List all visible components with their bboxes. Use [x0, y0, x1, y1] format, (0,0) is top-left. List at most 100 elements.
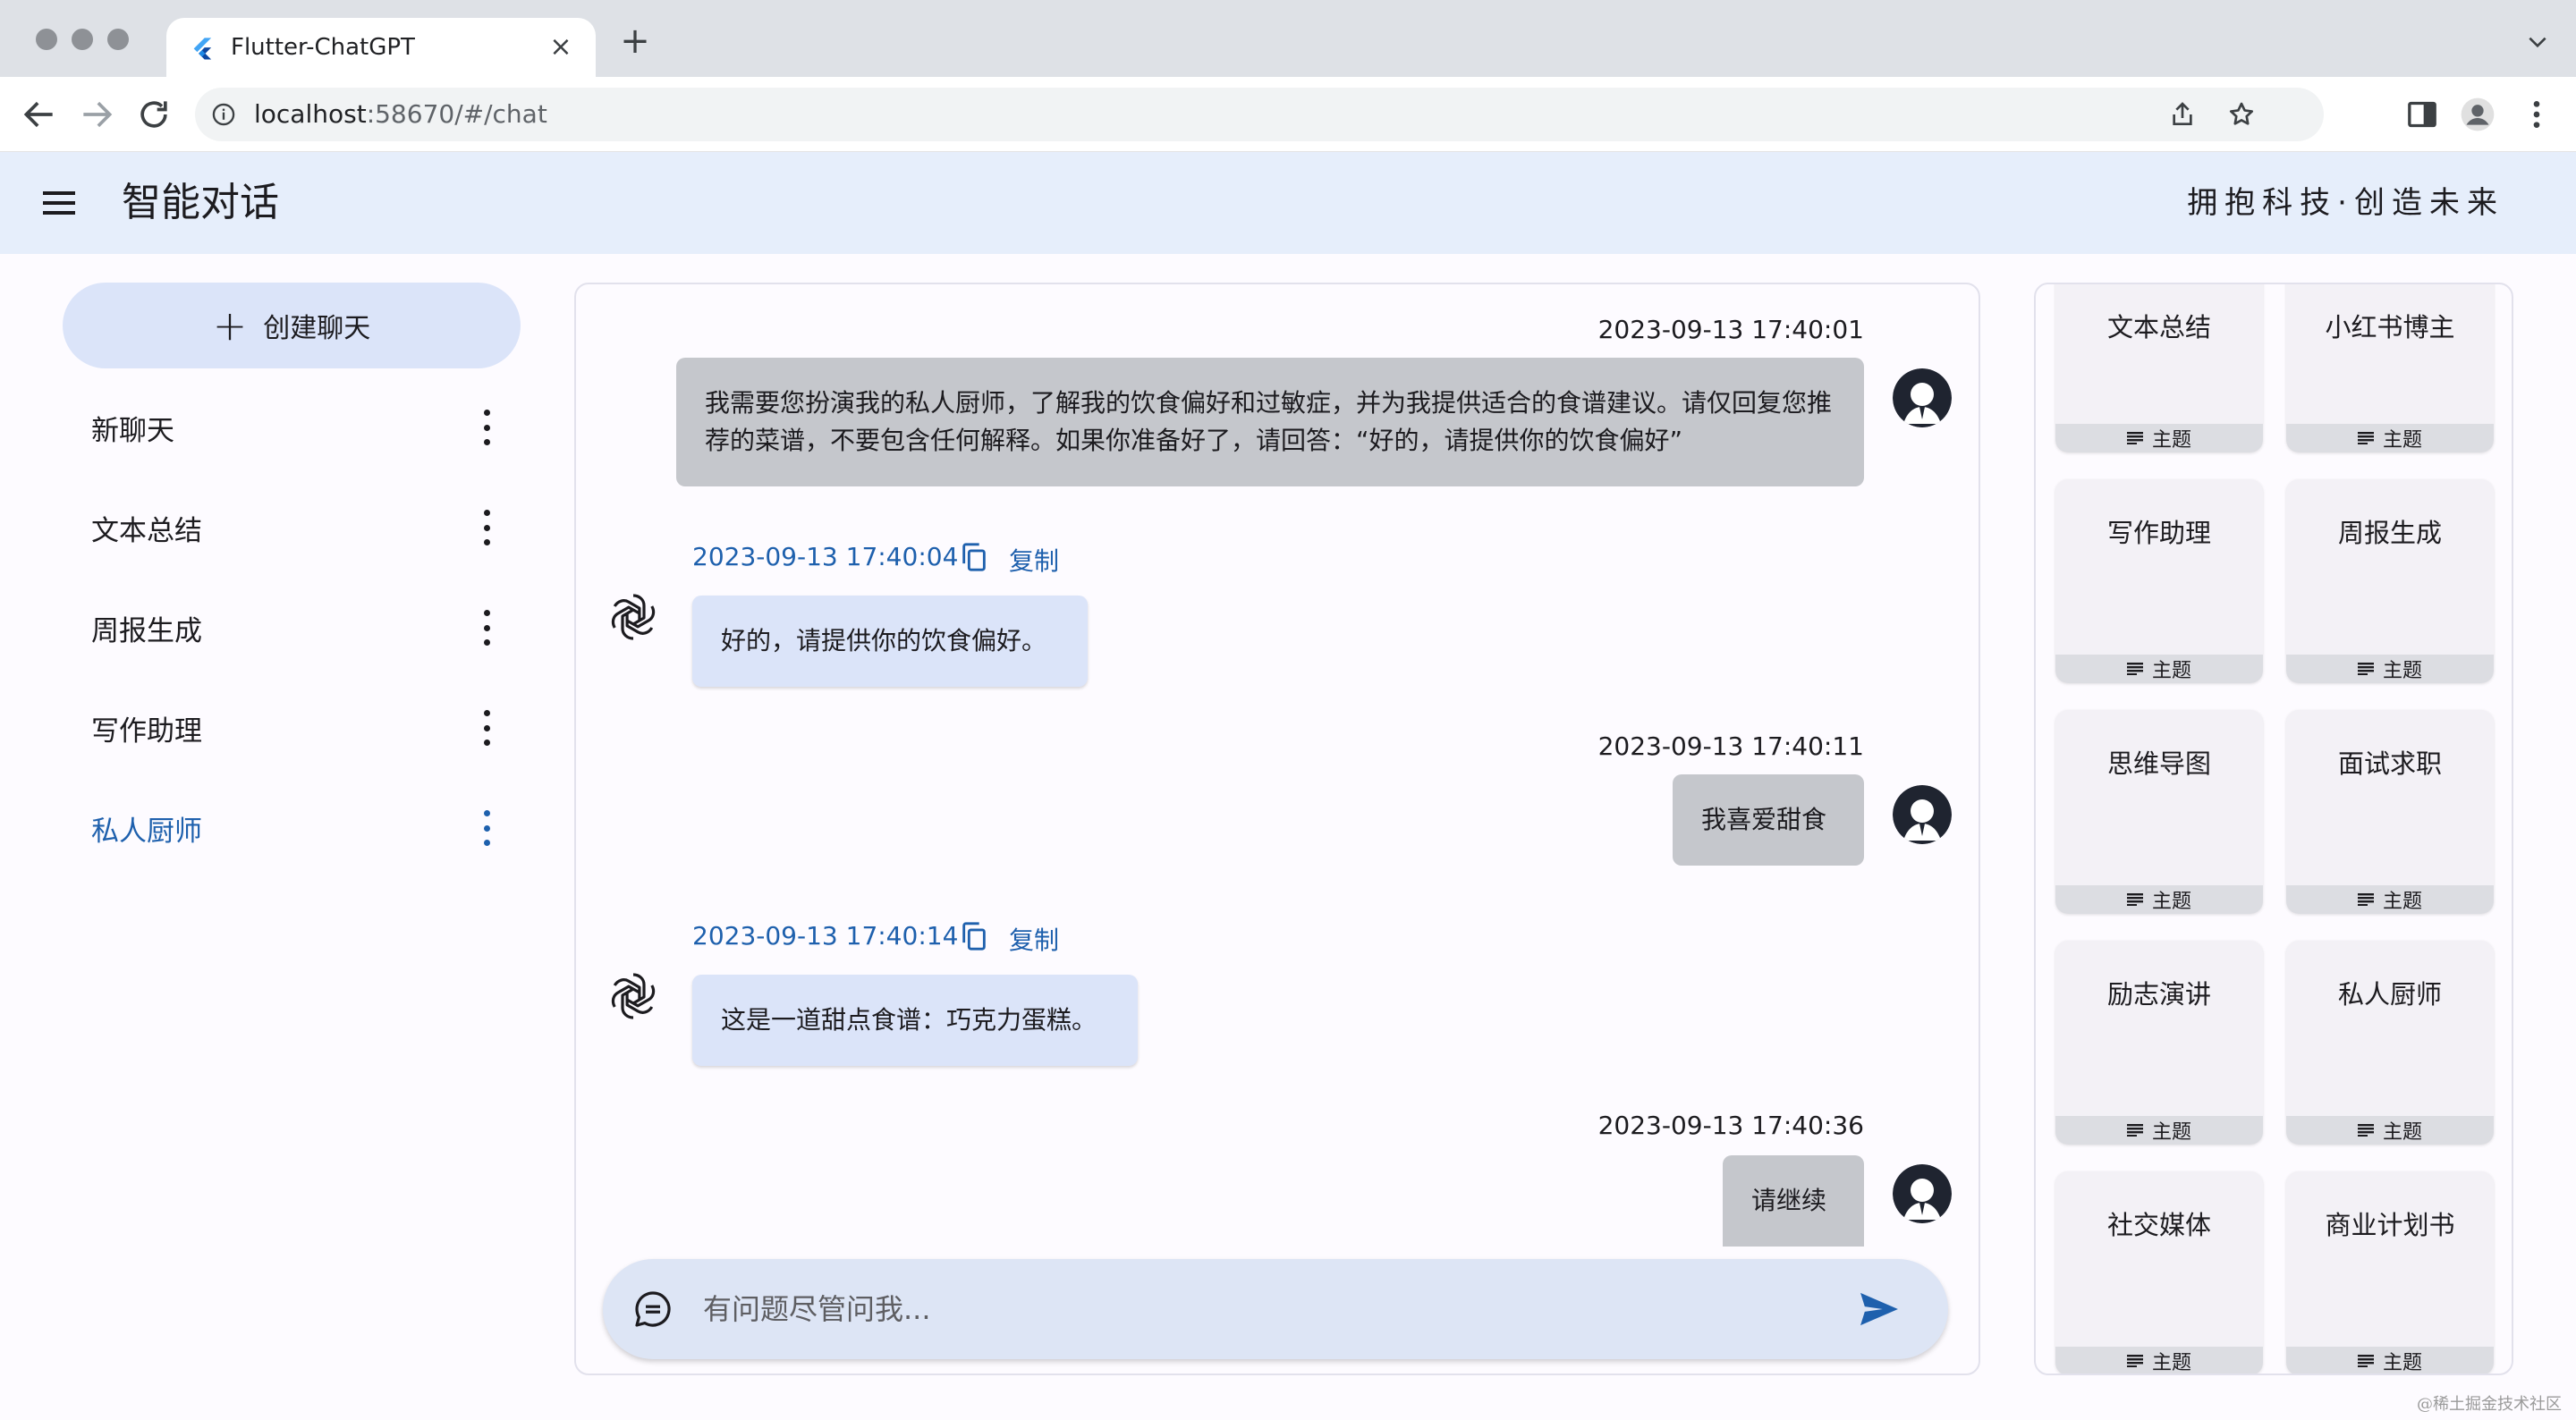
star-icon[interactable] [2227, 100, 2256, 129]
chat-history-item[interactable]: 写作助理 [63, 678, 521, 778]
subject-icon [2126, 432, 2143, 444]
more-vert-icon[interactable] [481, 410, 492, 445]
template-card[interactable]: 商业计划书 主题 [2286, 1171, 2494, 1374]
user-avatar-icon [1893, 1164, 1952, 1223]
chat-bubble-icon [635, 1291, 671, 1327]
plus-icon: + [212, 301, 248, 350]
template-card[interactable]: 小红书博主 主题 [2286, 284, 2494, 452]
create-chat-button[interactable]: + 创建聊天 [63, 283, 521, 368]
copy-button[interactable]: 复制 [1009, 921, 1059, 957]
template-tag: 主题 [2055, 885, 2263, 914]
template-tag-label: 主题 [2382, 660, 2422, 682]
page-title: 智能对话 [122, 180, 279, 225]
chevron-down-icon[interactable] [2526, 30, 2549, 54]
template-card[interactable]: 面试求职 主题 [2286, 710, 2494, 914]
template-card[interactable]: 社交媒体 主题 [2055, 1171, 2263, 1374]
url-path: :58670/#/chat [366, 99, 547, 129]
template-tag: 主题 [2286, 1116, 2494, 1145]
more-vert-icon[interactable] [481, 710, 492, 746]
template-tag-label: 主题 [2151, 429, 2191, 452]
send-icon[interactable] [1859, 1291, 1900, 1327]
chat-history-label: 私人厨师 [91, 815, 202, 848]
window-zoom-dot[interactable] [107, 29, 129, 50]
window-close-dot[interactable] [36, 29, 57, 50]
template-card[interactable]: 励志演讲 主题 [2055, 941, 2263, 1145]
url-text: localhost:58670/#/chat [254, 88, 547, 141]
copy-icon[interactable] [959, 542, 989, 572]
chat-panel: 2023-09-13 17:40:01 我需要您扮演我的私人厨师，了解我的饮食偏… [574, 283, 1980, 1375]
template-tag: 主题 [2286, 424, 2494, 452]
app-bar: 智能对话 拥抱科技·创造未来 [0, 152, 2576, 254]
template-card[interactable]: 周报生成 主题 [2286, 479, 2494, 683]
back-arrow-icon[interactable] [20, 95, 59, 134]
reload-icon[interactable] [134, 95, 174, 134]
browser-tab-bar: Flutter-ChatGPT × + [0, 0, 2576, 77]
chat-history-item-active[interactable]: 私人厨师 [63, 778, 521, 878]
share-icon[interactable] [2168, 100, 2197, 129]
message-input[interactable] [701, 1259, 1828, 1359]
url-host: localhost [254, 99, 367, 129]
chat-history-item[interactable]: 周报生成 [63, 578, 521, 678]
template-name: 私人厨师 [2337, 979, 2442, 1010]
chat-history-item[interactable]: 新聊天 [63, 377, 521, 478]
more-vert-icon[interactable] [481, 610, 492, 646]
side-panel-icon[interactable] [2404, 97, 2440, 132]
template-tag: 主题 [2286, 1347, 2494, 1374]
template-name: 励志演讲 [2106, 979, 2211, 1010]
template-card[interactable]: 文本总结 主题 [2055, 284, 2263, 452]
more-vert-icon[interactable] [481, 510, 492, 545]
template-tag: 主题 [2055, 655, 2263, 683]
bot-message-timestamp: 2023-09-13 17:40:04 [692, 542, 959, 571]
close-icon[interactable]: × [547, 34, 574, 61]
subject-icon [2357, 1355, 2374, 1367]
window-minimize-dot[interactable] [72, 29, 93, 50]
message-timestamp: 2023-09-13 17:40:36 [1597, 1111, 1864, 1140]
template-tag: 主题 [2286, 655, 2494, 683]
chat-history-label: 新聊天 [91, 414, 174, 447]
template-tag-label: 主题 [2382, 429, 2422, 452]
watermark: @稀土掘金技术社区 [2417, 1395, 2562, 1414]
plus-icon[interactable]: + [617, 23, 653, 59]
info-icon[interactable] [211, 102, 236, 127]
address-bar[interactable]: localhost:58670/#/chat [195, 88, 2324, 141]
profile-icon[interactable] [2460, 97, 2496, 132]
template-name: 面试求职 [2337, 748, 2442, 779]
chatgpt-logo-icon [611, 594, 656, 640]
tab-title: Flutter-ChatGPT [231, 34, 415, 61]
user-message-bubble: 我喜爱甜食 [1673, 774, 1864, 866]
hamburger-menu-icon[interactable] [41, 188, 77, 218]
chat-history-list: 新聊天 文本总结 周报生成 写作助理 私人厨师 [63, 377, 521, 878]
message-timestamp: 2023-09-13 17:40:01 [1597, 315, 1864, 344]
template-name: 文本总结 [2106, 312, 2211, 342]
template-name: 商业计划书 [2325, 1210, 2455, 1240]
template-tag-label: 主题 [2151, 660, 2191, 682]
template-tag-label: 主题 [2382, 891, 2422, 913]
more-vert-icon[interactable] [481, 810, 492, 846]
template-card[interactable]: 思维导图 主题 [2055, 710, 2263, 914]
bot-message-timestamp: 2023-09-13 17:40:14 [692, 921, 959, 951]
template-tag-label: 主题 [2151, 1352, 2191, 1374]
browser-toolbar: localhost:58670/#/chat [0, 77, 2576, 152]
subject-icon [2126, 1124, 2143, 1137]
template-name: 思维导图 [2106, 748, 2211, 779]
template-tag-label: 主题 [2382, 1121, 2422, 1144]
subject-icon [2126, 663, 2143, 675]
bot-message-bubble: 好的，请提供你的饮食偏好。 [692, 596, 1088, 687]
template-card[interactable]: 写作助理 主题 [2055, 479, 2263, 683]
template-card[interactable]: 私人厨师 主题 [2286, 941, 2494, 1145]
template-tag-label: 主题 [2151, 1121, 2191, 1144]
copy-icon[interactable] [959, 921, 989, 951]
template-tag: 主题 [2055, 1116, 2263, 1145]
template-tag: 主题 [2286, 885, 2494, 914]
chat-history-item[interactable]: 文本总结 [63, 478, 521, 578]
template-tag-label: 主题 [2382, 1352, 2422, 1374]
more-vert-icon[interactable] [2519, 97, 2555, 132]
forward-arrow-icon[interactable] [77, 95, 116, 134]
template-tag-label: 主题 [2151, 891, 2191, 913]
create-chat-label: 创建聊天 [263, 313, 371, 344]
copy-button[interactable]: 复制 [1009, 542, 1059, 578]
template-tag: 主题 [2055, 424, 2263, 452]
browser-tab[interactable]: Flutter-ChatGPT × [166, 18, 596, 77]
template-name: 周报生成 [2337, 518, 2442, 548]
chat-history-label: 写作助理 [91, 714, 202, 748]
